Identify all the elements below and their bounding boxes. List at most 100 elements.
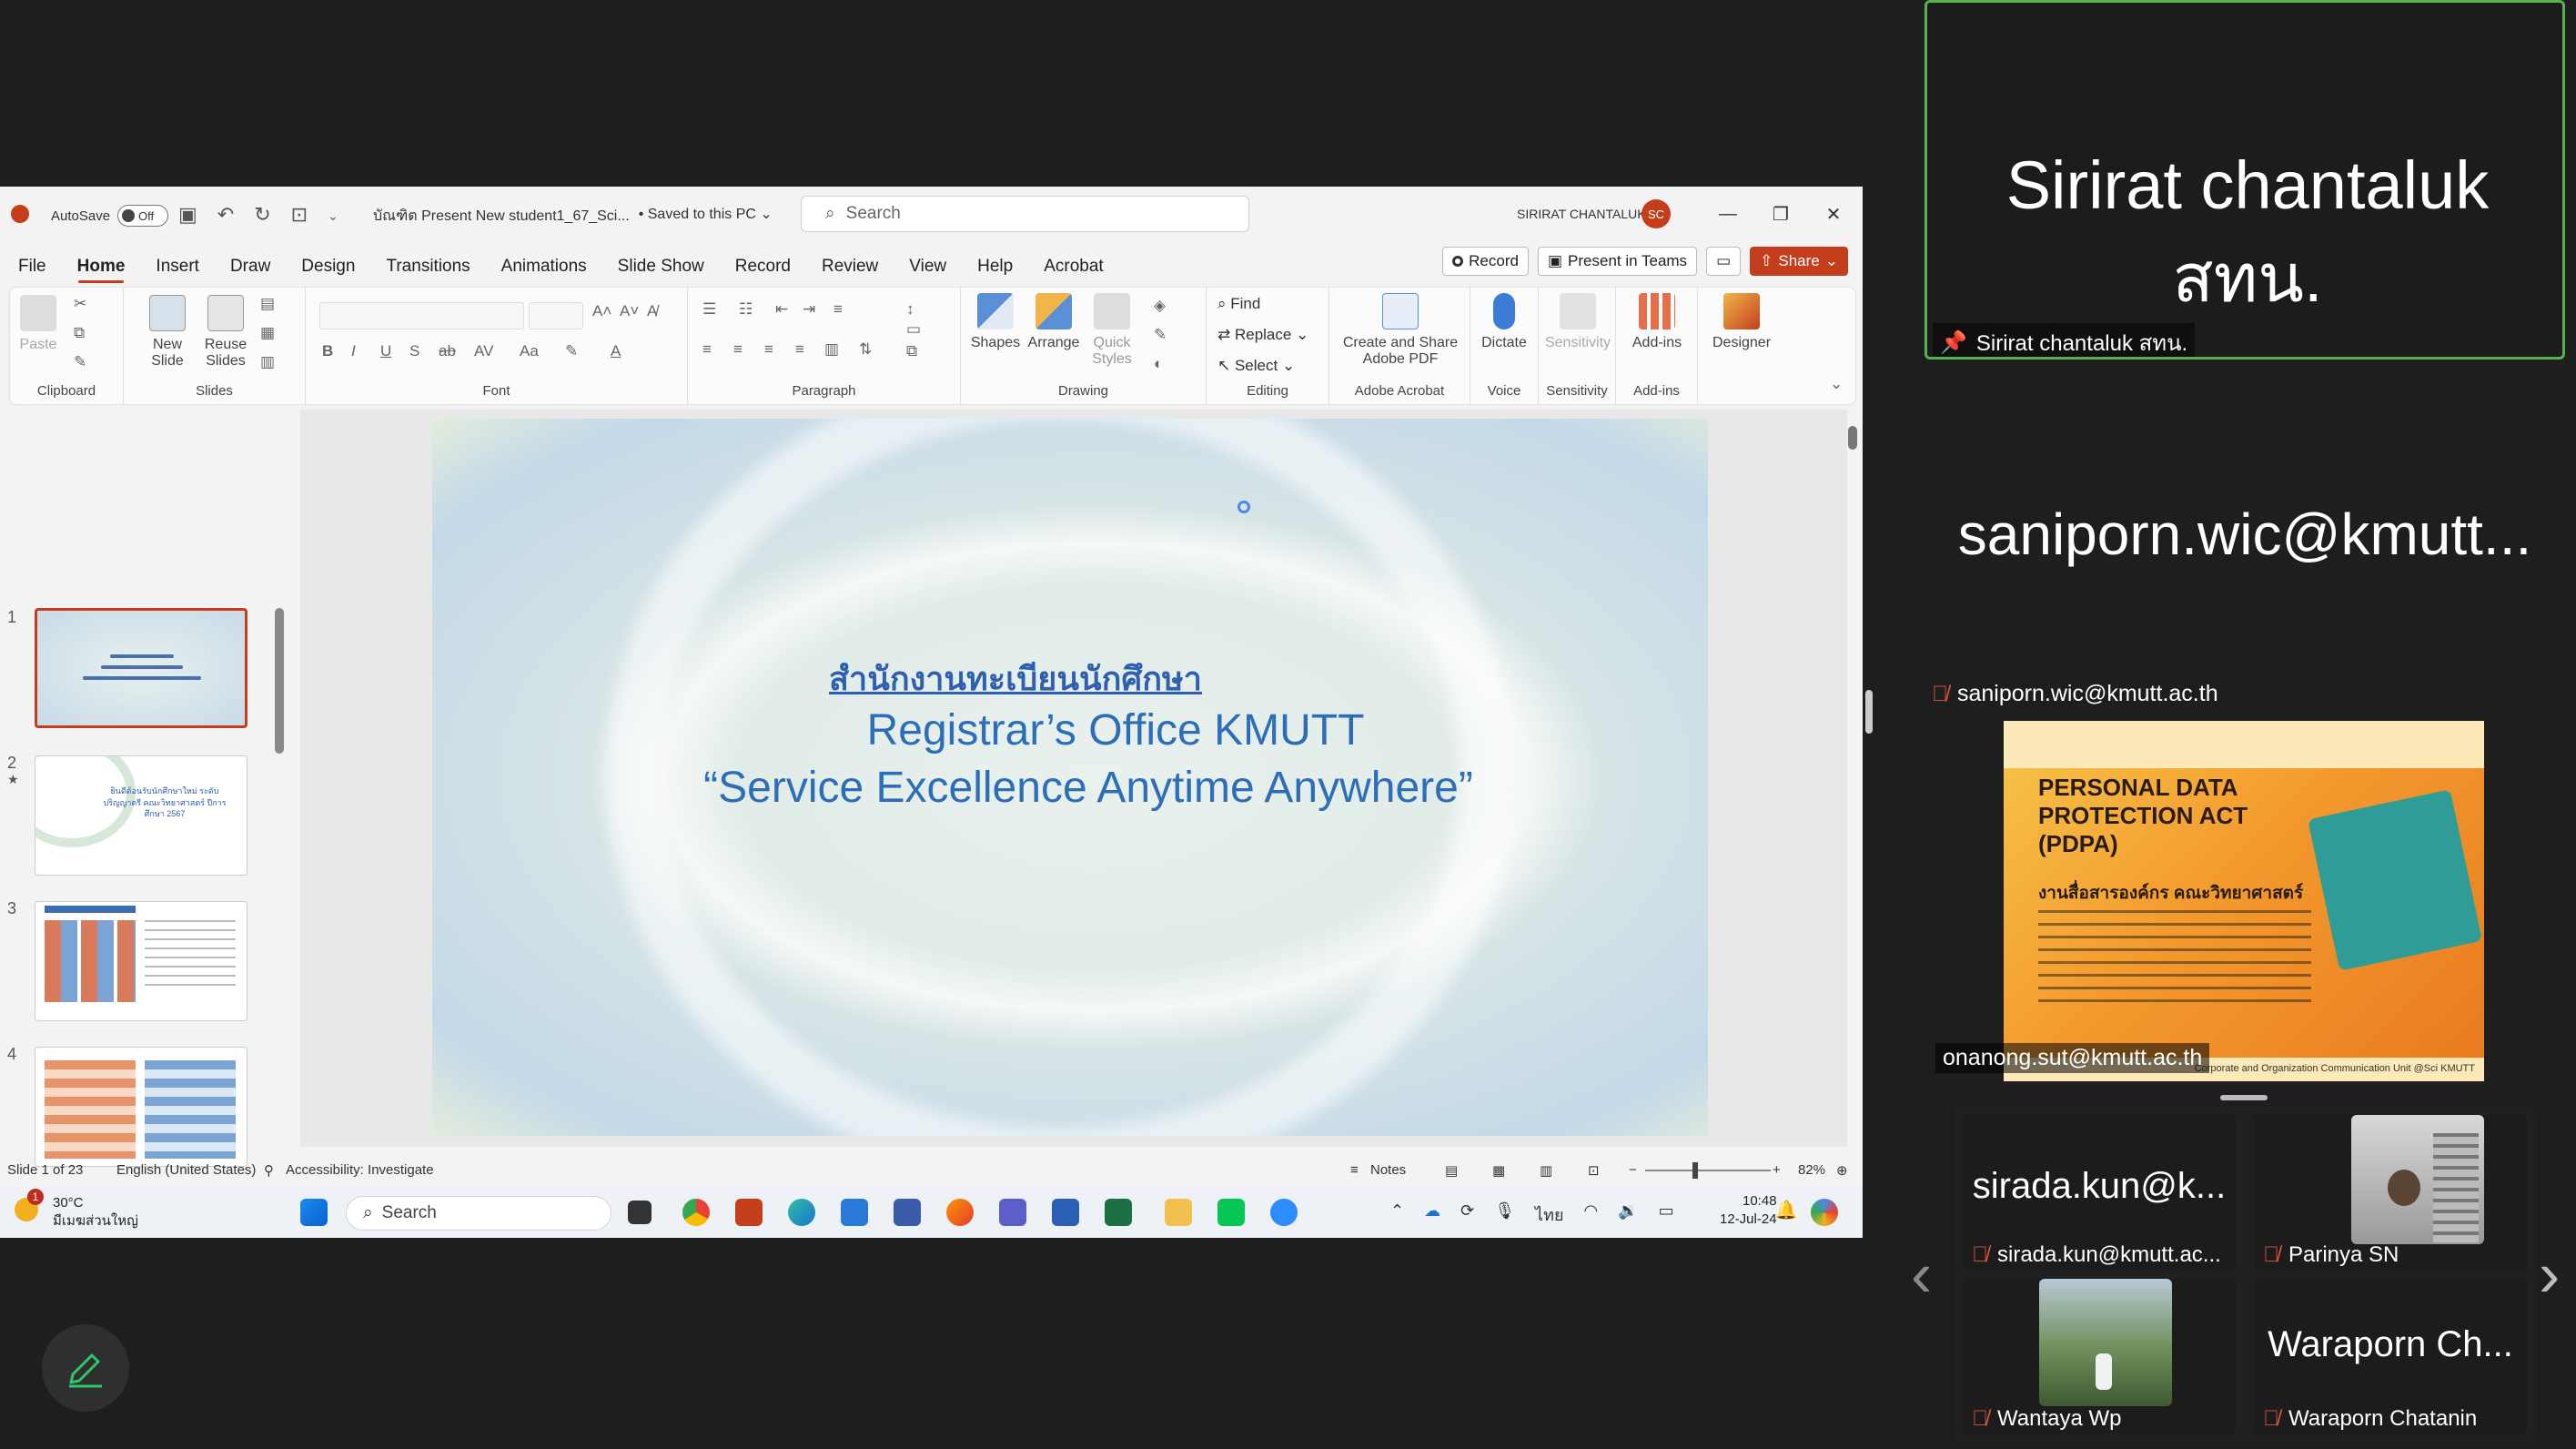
increase-indent-icon[interactable]: ⇥	[803, 300, 815, 319]
collapse-ribbon-icon[interactable]: ⌄	[1830, 375, 1843, 393]
replace-button[interactable]: ⇄ Replace ⌄	[1217, 326, 1308, 344]
zoom-in-icon[interactable]: +	[1773, 1162, 1781, 1178]
italic-icon[interactable]: I	[351, 342, 356, 360]
copy-icon[interactable]: ⧉	[74, 324, 85, 342]
slide-thumbnail-2[interactable]: ยินดีต้อนรับนักศึกษาใหม่ ระดับปริญญาตรี …	[35, 755, 247, 876]
zoom-icon[interactable]	[1270, 1199, 1298, 1226]
language-indicator[interactable]: English (United States)	[116, 1162, 256, 1178]
quick-styles-button[interactable]: Quick Styles	[1085, 293, 1139, 369]
wifi-icon[interactable]: ◠	[1584, 1201, 1599, 1228]
present-icon[interactable]: ⊡	[291, 203, 308, 227]
redo-icon[interactable]: ↻	[254, 203, 270, 227]
tab-insert[interactable]: Insert	[140, 247, 215, 287]
slide-thumbnail-1[interactable]	[35, 608, 247, 728]
powerpoint-icon[interactable]	[735, 1199, 763, 1226]
firefox-icon[interactable]	[946, 1199, 974, 1226]
gallery-drag-handle[interactable]	[2220, 1095, 2268, 1100]
reading-view-icon[interactable]: ▥	[1540, 1162, 1552, 1179]
strikethrough-icon[interactable]: ab	[439, 342, 456, 360]
shape-outline-icon[interactable]: ✎	[1154, 326, 1167, 344]
mail-icon[interactable]	[841, 1199, 868, 1226]
reset-icon[interactable]: ▦	[260, 324, 275, 342]
line-spacing-icon[interactable]: ≡	[833, 300, 843, 319]
scroll-thumb[interactable]	[1848, 426, 1857, 450]
thumbnail-scrollbar[interactable]	[275, 608, 284, 754]
word-icon[interactable]	[1052, 1199, 1079, 1226]
line-icon[interactable]	[1217, 1199, 1245, 1226]
zoom-slider[interactable]	[1645, 1170, 1771, 1171]
taskbar-search[interactable]: ⌕ Search	[346, 1196, 611, 1231]
participant-tile-parinya[interactable]: 🎙̸ Parinya SN	[2254, 1115, 2527, 1270]
sensitivity-button[interactable]: Sensitivity	[1542, 293, 1613, 351]
sync-icon[interactable]: ⟳	[1460, 1201, 1474, 1228]
font-color-icon[interactable]: A	[611, 342, 621, 360]
document-title[interactable]: บัณฑิต Present New student1_67_Sci... • …	[373, 205, 773, 228]
clear-format-icon[interactable]: A̸	[647, 302, 657, 320]
participant-tile-saniporn[interactable]: saniporn.wic@kmutt... 🎙̸ saniporn.wic@kmu…	[1924, 382, 2565, 714]
file-explorer-icon[interactable]	[1165, 1199, 1192, 1226]
vertical-scrollbar[interactable]	[1845, 410, 1858, 1147]
active-speaker-tile[interactable]: Sirirat chantaluk สทน. 📌 Sirirat chantalu…	[1924, 0, 2565, 360]
slide-thumbnail-3[interactable]	[35, 901, 247, 1021]
dictate-button[interactable]: Dictate	[1476, 293, 1532, 351]
justify-icon[interactable]: ≡	[795, 340, 804, 359]
character-spacing-icon[interactable]: AV	[474, 342, 493, 360]
text-direction-icon[interactable]: ⇅	[859, 340, 872, 359]
save-icon[interactable]: ▣	[178, 203, 197, 227]
minimize-icon[interactable]: —	[1702, 196, 1754, 232]
new-slide-button[interactable]: New Slide	[140, 295, 195, 370]
search-input[interactable]: ⌕ Search	[801, 196, 1249, 232]
zoom-level[interactable]: 82%	[1798, 1162, 1825, 1178]
smartart-icon[interactable]: ⧉	[906, 342, 917, 360]
autosave-toggle[interactable]: Off	[117, 205, 169, 227]
cut-icon[interactable]: ✂	[74, 295, 86, 313]
normal-view-icon[interactable]: ▤	[1445, 1162, 1458, 1179]
store-icon[interactable]	[894, 1199, 921, 1226]
tab-review[interactable]: Review	[806, 247, 894, 287]
notes-button[interactable]: Notes	[1370, 1162, 1406, 1178]
task-view-icon[interactable]	[628, 1201, 652, 1224]
shadow-icon[interactable]: S	[409, 342, 419, 360]
underline-icon[interactable]: U	[380, 342, 391, 360]
teams-icon[interactable]	[999, 1199, 1026, 1226]
tab-draw[interactable]: Draw	[215, 247, 286, 287]
tab-acrobat[interactable]: Acrobat	[1028, 247, 1118, 287]
add-ins-button[interactable]: Add-ins	[1623, 293, 1691, 351]
close-icon[interactable]: ✕	[1807, 196, 1860, 232]
select-button[interactable]: ↖ Select ⌄	[1217, 357, 1295, 375]
designer-button[interactable]: Designer	[1705, 293, 1778, 351]
align-center-icon[interactable]: ≡	[733, 340, 742, 359]
slide-sorter-icon[interactable]: ▦	[1492, 1162, 1505, 1179]
edge-icon[interactable]	[788, 1199, 815, 1226]
input-language[interactable]: ไทย	[1535, 1201, 1563, 1228]
bold-icon[interactable]: B	[322, 342, 333, 360]
highlight-icon[interactable]: ✎	[565, 342, 578, 360]
excel-icon[interactable]	[1105, 1199, 1132, 1226]
align-left-icon[interactable]: ≡	[702, 340, 712, 359]
paste-button[interactable]: Paste	[14, 295, 63, 353]
text-direction-icon-2[interactable]: ↕	[906, 300, 914, 319]
show-hidden-icons-icon[interactable]: ⌃	[1390, 1201, 1404, 1228]
chrome-icon[interactable]	[682, 1199, 710, 1226]
microphone-icon[interactable]: 🎙	[1494, 1201, 1515, 1228]
shapes-button[interactable]: Shapes	[968, 293, 1023, 351]
tab-help[interactable]: Help	[962, 247, 1028, 287]
participant-tile-onanong[interactable]: PERSONAL DATA PROTECTION ACT (PDPA) งานส…	[1924, 719, 2565, 1083]
font-name-field[interactable]	[319, 302, 524, 329]
zoom-slider-handle[interactable]	[1692, 1162, 1698, 1179]
section-icon[interactable]: ▥	[260, 353, 275, 371]
slide-thumbnail-4[interactable]	[35, 1047, 247, 1167]
tab-record[interactable]: Record	[720, 247, 806, 287]
shape-effects-icon[interactable]: ◐	[1154, 355, 1163, 373]
arrange-button[interactable]: Arrange	[1026, 293, 1081, 351]
participant-tile-waraporn[interactable]: Waraporn Ch... 🎙̸ Waraporn Chatanin	[2254, 1279, 2527, 1434]
restore-icon[interactable]: ❐	[1754, 196, 1807, 232]
notification-bell-icon[interactable]: 🔔	[1773, 1199, 1800, 1226]
panel-resize-handle[interactable]	[1865, 690, 1873, 734]
participant-tile-sirada[interactable]: sirada.kun@k... 🎙̸ sirada.kun@kmutt.ac...	[1963, 1115, 2236, 1270]
find-button[interactable]: ⌕ Find	[1217, 295, 1260, 313]
format-painter-icon[interactable]: ✎	[74, 353, 86, 371]
increase-font-icon[interactable]: A˄	[592, 302, 611, 320]
font-size-field[interactable]	[529, 302, 583, 329]
avatar[interactable]: SC	[1642, 199, 1671, 228]
